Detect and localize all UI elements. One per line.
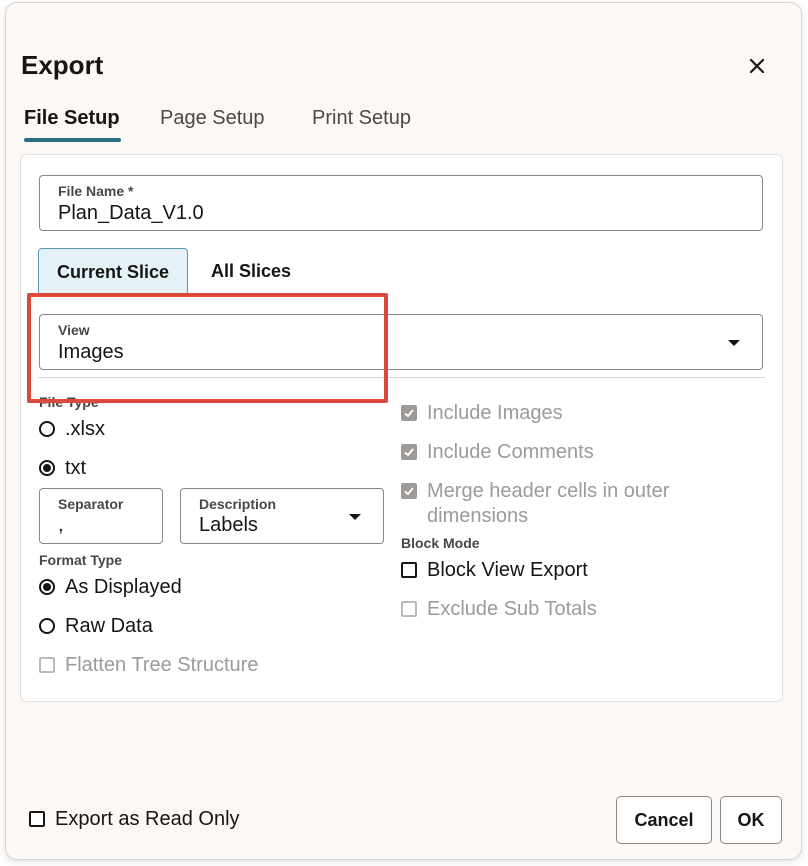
ok-button[interactable]: OK [720, 796, 782, 844]
raw-data-option[interactable]: Raw Data [39, 614, 153, 638]
block-mode-label: Block Mode [401, 535, 480, 551]
file-name-field[interactable]: File Name * Plan_Data_V1.0 [39, 175, 763, 231]
checkbox-checked-icon [401, 444, 417, 460]
file-setup-panel: File Name * Plan_Data_V1.0 Current Slice… [20, 154, 783, 702]
cancel-button[interactable]: Cancel [616, 796, 712, 844]
include-images-label: Include Images [427, 401, 563, 424]
merge-header-label: Merge header cells in outer [427, 479, 670, 502]
exclude-sub-totals-option: Exclude Sub Totals [401, 597, 597, 621]
checkbox-icon[interactable] [29, 811, 45, 827]
as-displayed-label: As Displayed [65, 575, 182, 598]
file-type-txt-option[interactable]: txt [39, 456, 86, 480]
description-label: Description [199, 496, 277, 512]
tab-print-setup[interactable]: Print Setup [312, 107, 411, 130]
view-value: Images [58, 341, 124, 363]
include-comments-option: Include Comments [401, 440, 594, 464]
chevron-down-icon [349, 514, 361, 520]
block-view-export-label: Block View Export [427, 558, 588, 581]
xlsx-label: .xlsx [65, 417, 105, 440]
checkbox-checked-icon [401, 483, 417, 499]
description-select[interactable]: Description Labels [180, 488, 384, 544]
tab-file-setup[interactable]: File Setup [24, 107, 120, 130]
export-dialog: Export File Setup Page Setup Print Setup… [5, 2, 802, 860]
file-type-label: File Type [39, 394, 99, 410]
flatten-tree-label: Flatten Tree Structure [65, 653, 259, 676]
include-images-option: Include Images [401, 401, 563, 425]
file-name-value: Plan_Data_V1.0 [58, 202, 204, 224]
radio-icon[interactable] [39, 618, 55, 634]
active-tab-indicator [24, 138, 121, 142]
dialog-title: Export [21, 50, 104, 80]
chevron-down-icon [728, 340, 740, 346]
raw-data-label: Raw Data [65, 614, 153, 637]
include-comments-label: Include Comments [427, 440, 594, 463]
current-slice-button[interactable]: Current Slice [38, 248, 188, 296]
file-type-xlsx-option[interactable]: .xlsx [39, 417, 105, 441]
close-icon[interactable] [744, 53, 770, 79]
merge-header-label-line2: dimensions [427, 504, 529, 527]
block-view-export-option[interactable]: Block View Export [401, 558, 588, 582]
description-value: Labels [199, 514, 258, 536]
tab-page-setup[interactable]: Page Setup [160, 107, 265, 130]
radio-icon[interactable] [39, 421, 55, 437]
checkbox-icon [39, 657, 55, 673]
divider [38, 377, 765, 378]
export-read-only-label: Export as Read Only [55, 807, 240, 830]
view-label: View [58, 322, 90, 338]
checkbox-icon [401, 601, 417, 617]
file-name-label: File Name * [58, 183, 134, 199]
tab-bar: File Setup Page Setup Print Setup [6, 107, 801, 143]
merge-header-option: Merge header cells in outer [401, 479, 669, 503]
separator-field[interactable]: Separator , [39, 488, 163, 544]
as-displayed-option[interactable]: As Displayed [39, 575, 182, 599]
view-select[interactable]: View Images [39, 314, 763, 370]
all-slices-button[interactable]: All Slices [211, 248, 311, 296]
radio-selected-icon[interactable] [39, 579, 55, 595]
exclude-sub-totals-label: Exclude Sub Totals [427, 597, 597, 620]
export-read-only-option[interactable]: Export as Read Only [29, 807, 240, 831]
flatten-tree-option: Flatten Tree Structure [39, 653, 258, 677]
separator-value: , [58, 514, 64, 536]
separator-label: Separator [58, 496, 124, 512]
checkbox-checked-icon [401, 405, 417, 421]
txt-label: txt [65, 456, 87, 479]
checkbox-icon[interactable] [401, 562, 417, 578]
radio-selected-icon[interactable] [39, 460, 55, 476]
format-type-label: Format Type [39, 552, 122, 568]
